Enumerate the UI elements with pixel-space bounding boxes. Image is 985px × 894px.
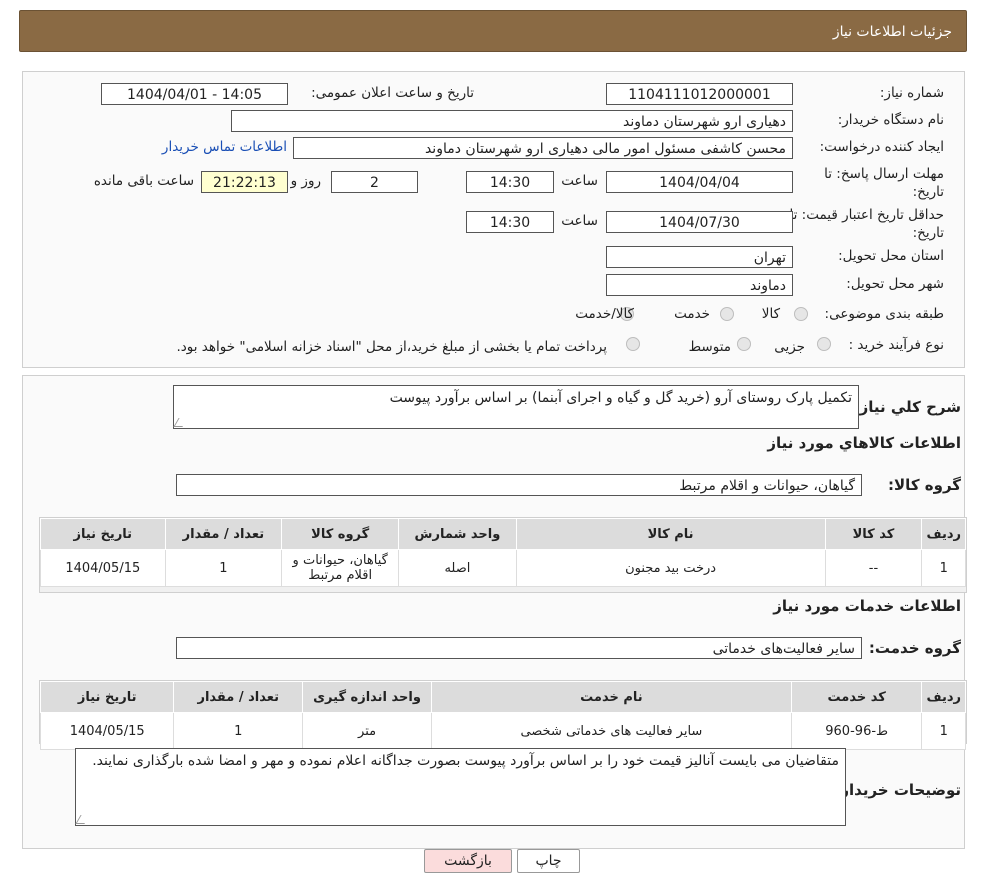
services-group-field: سایر فعالیت‌های خدماتی (176, 637, 862, 659)
radio-category-service[interactable] (720, 307, 734, 321)
goods-header-cell: تاریخ نیاز (40, 518, 166, 550)
creator-field: محسن کاشفی مسئول امور مالی دهیاری ارو شه… (293, 137, 793, 159)
process-note: پرداخت تمام یا بخشی از مبلغ خرید،از محل … (176, 339, 607, 355)
city-field: دماوند (606, 274, 793, 296)
radio-process-medium[interactable] (737, 337, 751, 351)
announce-datetime-field: 1404/04/01 - 14:05 (101, 83, 288, 105)
goods-table-header: رديف کد کالا نام کالا واحد شمارش گروه کالا تع… (40, 518, 966, 550)
buyer-notes-text: متقاضیان می بایست آنالیز قیمت خود را بر … (92, 753, 839, 769)
table-cell: 1 (921, 549, 966, 587)
table-cell: 1404/05/15 (40, 549, 166, 587)
table-cell: گیاهان، حیوانات و اقلام مرتبط (281, 549, 400, 587)
services-header-cell: کد خدمت (790, 681, 923, 713)
radio-process-treasury[interactable] (626, 337, 640, 351)
services-group-label: گروه خدمت: (868, 639, 961, 657)
buyer-notes-textarea[interactable]: متقاضیان می بایست آنالیز قیمت خود را بر … (75, 748, 846, 826)
goods-table-wrap: رديف کد کالا نام کالا واحد شمارش گروه کالا تع… (39, 517, 967, 593)
table-row: 1 ط-96-960 سایر فعالیت های خدماتی شخصی متر 1… (39, 712, 966, 750)
price-valid-label: حداقل تاریخ اعتبار قیمت: تا تاریخ: (789, 207, 944, 241)
description-textarea[interactable]: تکمیل پارک روستای آرو (خرید گل و گیاه و … (173, 385, 859, 429)
process-option-minor: جزیی (774, 339, 805, 355)
category-option-goods-service: کالا/خدمت (575, 306, 634, 322)
page-title: جزئیات اطلاعات نیاز (832, 24, 952, 40)
goods-group-label: گروه کالا: (888, 476, 961, 494)
goods-header-cell: گروه کالا (281, 518, 400, 550)
announce-label: تاریخ و ساعت اعلان عمومی: (311, 85, 474, 101)
services-section-title: اطلاعات خدمات مورد نياز (773, 597, 961, 615)
category-label: طبقه بندی موضوعی: (824, 306, 944, 322)
goods-group-field: گیاهان، حیوانات و اقلام مرتبط (176, 474, 862, 496)
goods-table: رديف کد کالا نام کالا واحد شمارش گروه کالا تع… (40, 518, 966, 587)
table-cell: 1404/05/15 (39, 712, 175, 750)
requirements-panel: شرح کلي نياز: تکمیل پارک روستای آرو (خری… (22, 375, 967, 849)
process-label: نوع فرآیند خرید : (848, 337, 944, 353)
goods-header-cell: کد کالا (824, 518, 923, 550)
creator-label: ایجاد کننده درخواست: (819, 139, 944, 155)
price-valid-time-field: 14:30 (466, 211, 554, 233)
deadline-label: مهلت ارسال پاسخ: تا تاریخ: (824, 166, 944, 200)
price-valid-date-field: 1404/07/30 (606, 211, 793, 233)
goods-header-cell: رديف (921, 518, 966, 550)
need-number-field: 1104111012000001 (606, 83, 793, 105)
days-remaining-field: 2 (331, 171, 418, 193)
category-option-service: خدمت (674, 306, 710, 322)
services-table-header: رديف کد خدمت نام خدمت واحد اندازه گیری تعداد… (39, 681, 966, 713)
days-label: روز و (290, 173, 321, 189)
buyer-org-label: نام دستگاه خریدار: (837, 112, 944, 128)
buyer-org-field: دهیاری ارو شهرستان دماوند (231, 110, 793, 132)
deadline-time-field: 14:30 (466, 171, 554, 193)
table-cell: درخت بید مجنون (515, 549, 826, 587)
table-cell: ط-96-960 (790, 712, 923, 750)
deadline-time-label: ساعت (561, 173, 598, 189)
category-option-goods: کالا (761, 306, 780, 322)
resize-handle-icon[interactable] (173, 418, 188, 427)
services-table: رديف کد خدمت نام خدمت واحد اندازه گیری تعداد… (39, 681, 966, 750)
services-header-cell: واحد اندازه گیری (302, 681, 432, 713)
services-header-cell: تعداد / مقدار (173, 681, 304, 713)
table-cell: 1 (164, 549, 283, 587)
price-valid-time-label: ساعت (561, 213, 598, 229)
deadline-date-field: 1404/04/04 (606, 171, 793, 193)
table-cell: 1 (173, 712, 304, 750)
details-panel: شماره نیاز: 1104111012000001 تاریخ و ساع… (22, 71, 965, 368)
remaining-time-field: 21:22:13 (201, 171, 288, 193)
services-header-cell: رديف (921, 681, 966, 713)
services-header-cell: نام خدمت (430, 681, 792, 713)
radio-category-goods[interactable] (794, 307, 808, 321)
process-option-medium: متوسط (688, 339, 731, 355)
description-label: شرح کلي نياز: (853, 398, 961, 416)
back-button[interactable]: بازگشت (424, 849, 512, 873)
goods-header-cell: واحد شمارش (398, 518, 517, 550)
table-row: 1 -- درخت بید مجنون اصله گیاهان، حیوانات و ا… (40, 549, 966, 587)
goods-header-cell: تعداد / مقدار (164, 518, 283, 550)
city-label: شهر محل تحویل: (846, 276, 944, 292)
table-cell: -- (824, 549, 923, 587)
radio-process-minor[interactable] (817, 337, 831, 351)
resize-handle-icon[interactable] (75, 815, 90, 824)
table-cell: اصله (398, 549, 517, 587)
remaining-label: ساعت باقی مانده (93, 173, 194, 189)
table-cell: 1 (921, 712, 966, 750)
page-header: جزئیات اطلاعات نیاز (19, 10, 967, 52)
province-field: تهران (606, 246, 793, 268)
buyer-contact-link[interactable]: اطلاعات تماس خریدار (162, 139, 287, 155)
print-button[interactable]: چاپ (517, 849, 580, 873)
goods-header-cell: نام کالا (515, 518, 826, 550)
description-text: تکمیل پارک روستای آرو (خرید گل و گیاه و … (389, 390, 852, 406)
need-number-label: شماره نیاز: (879, 85, 944, 101)
province-label: استان محل تحویل: (838, 248, 944, 264)
services-table-wrap: رديف کد خدمت نام خدمت واحد اندازه گیری تعداد… (39, 680, 967, 750)
table-cell: متر (302, 712, 432, 750)
services-header-cell: تاریخ نیاز (39, 681, 175, 713)
buyer-notes-label: توضیحات خریدار: (834, 781, 961, 799)
table-cell: سایر فعالیت های خدماتی شخصی (430, 712, 792, 750)
goods-section-title: اطلاعات کالاهاي مورد نياز (767, 434, 961, 452)
